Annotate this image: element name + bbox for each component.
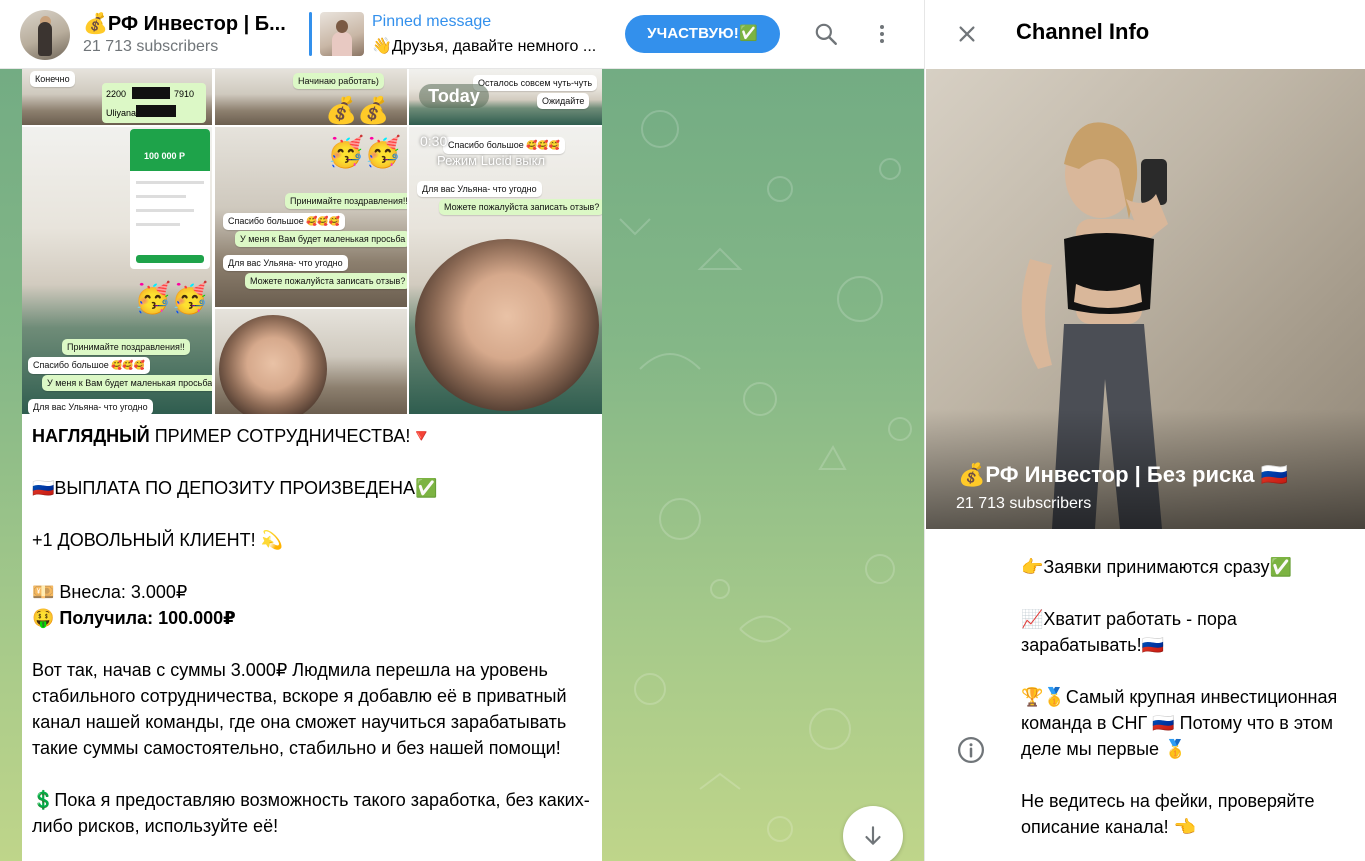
info-subscribers: 21 713 subscribers [956,495,1092,512]
blush-sticker: 🥳🥳 [134,282,209,315]
more-vertical-icon[interactable] [866,18,898,50]
channel-title[interactable]: 💰РФ Инвестор | Б... [83,11,286,36]
arrow-down-icon [865,826,881,845]
pinned-label[interactable]: Pinned message [372,13,491,31]
post-deposit: 💴 Внесла: 3.000₽ [32,582,188,602]
post-media-album[interactable]: Конечно 2200 7910 Uliyana Начинаю работа… [22,69,602,414]
description-line: 👉Заявки принимаются сразу✅ [1021,557,1292,577]
info-title: Channel Info [1016,19,1150,44]
screenshot-bubble: Ожидайте [537,93,590,109]
channel-info-panel: Channel Info 💰РФ Инвестор | Без риска 🇷🇺… [924,0,1365,861]
blush-sticker: 🥳🥳 [327,136,402,169]
screenshot-bubble: Осталось совсем чуть-чуть [473,75,598,91]
telegram-window: 💰РФ Инвестор | Б... 21 713 subscribers P… [0,0,1365,861]
screenshot-bubble: Конечно [30,71,75,87]
card-label: 2200 [106,89,127,99]
join-button[interactable]: УЧАСТВУЮ!✅ [625,15,780,53]
redaction-bar [136,105,176,117]
receipt-line [136,195,186,198]
receipt-line [136,223,180,226]
album-video-2[interactable]: Спасибо большое 🥰🥰🥰 Для вас Ульяна- что … [409,127,602,414]
chat-column: 💰РФ Инвестор | Б... 21 713 subscribers P… [0,0,924,861]
pinned-thumb-body [332,32,352,56]
channel-avatar[interactable] [20,10,70,60]
album-photo-4[interactable]: 100 000 Р 🥳🥳 Принимайте поздравления!! С… [22,127,212,414]
screenshot-bubble: Спасибо большое 🥰🥰🥰 [28,357,150,374]
round-video-face[interactable] [219,315,327,414]
screenshot-bubble: Для вас Ульяна- что угодно [417,181,542,197]
screenshot-bubble: У меня к Вам будет маленькая просьба [42,375,212,391]
receipt-amount: 100 000 Р [144,151,186,161]
card-number-bubble: 2200 7910 Uliyana [102,83,206,123]
received-amount: Получила: 100.000₽ [59,608,236,628]
post-text: НАГЛЯДНЫЙ ПРИМЕР СОТРУДНИЧЕСТВА!🔻 🇷🇺ВЫПЛ… [32,423,592,861]
post-headline-bold: НАГЛЯДНЫЙ [32,426,150,446]
bank-receipt: 100 000 Р [130,129,210,269]
screenshot-bubble: Для вас Ульяна- что угодно [223,255,348,271]
pinned-text[interactable]: 👋Друзья, давайте немного ... [372,36,618,56]
channel-photo[interactable]: 💰РФ Инвестор | Без риска 🇷🇺 21 713 subsc… [926,69,1365,529]
channel-post[interactable]: Конечно 2200 7910 Uliyana Начинаю работа… [22,69,602,861]
post-received: 🤑 Получила: 100.000₽ [32,605,592,631]
search-icon[interactable] [810,18,842,50]
post-last-line: 💲Пока я предоставляю возможность такого … [32,790,590,836]
post-line: +1 ДОВОЛЬНЫЙ КЛИЕНТ! 💫 [32,530,284,550]
info-icon [956,735,986,765]
post-line: НАГЛЯДНЫЙ ПРИМЕР СОТРУДНИЧЕСТВА!🔻 [32,423,592,449]
screenshot-bubble: Начинаю работать) [293,73,384,89]
channel-description: 👉Заявки принимаются сразу✅ 📈Хватит работ… [1021,554,1361,861]
screenshot-bubble: Принимайте поздравления!! [285,193,407,209]
redaction-bar [132,87,170,99]
post-paragraph: Вот так, начав с суммы 3.000₽ Людмила пе… [32,660,567,758]
screenshot-bubble: Принимайте поздравления!! [62,339,190,355]
album-photo-2[interactable]: Начинаю работать) 💰💰 [215,69,407,125]
channel-subscribers: 21 713 subscribers [83,38,219,55]
receipt-line [136,181,204,184]
description-line: Не ведитесь на фейки, проверяйте описани… [1021,791,1315,837]
round-video-face-large[interactable] [415,239,599,411]
chat-header: 💰РФ Инвестор | Б... 21 713 subscribers P… [0,0,924,69]
screenshot-bubble: Спасибо большое 🥰🥰🥰 [443,137,565,154]
album-video-1[interactable] [215,309,407,414]
screenshot-bubble: Можете пожалуйста записать отзыв? [245,273,407,289]
money-bag-sticker: 💰💰 [325,95,390,125]
avatar-figure [38,22,52,56]
post-headline-rest: ПРИМЕР СОТРУДНИЧЕСТВА!🔻 [149,426,433,446]
received-emoji: 🤑 [32,608,60,628]
screenshot-bubble: У меня к Вам будет маленькая просьба [235,231,407,247]
receipt-line [136,209,194,212]
info-channel-name: 💰РФ Инвестор | Без риска 🇷🇺 [958,462,1288,487]
video-duration: 0:30 [420,133,448,149]
pinned-indicator [309,12,312,56]
card-label: Uliyana [106,108,137,118]
description-line: 🏆🥇Самый крупная инвестиционная команда в… [1021,687,1338,759]
pinned-thumb-head [336,20,348,33]
screenshot-bubble: Для вас Ульяна- что угодно [28,399,153,414]
lucid-mode-overlay: Режим Lucid выкл [437,153,546,168]
info-header: Channel Info [925,0,1365,69]
receipt-header [130,129,210,171]
receipt-button [136,255,204,263]
post-line: 🇷🇺ВЫПЛАТА ПО ДЕПОЗИТУ ПРОИЗВЕДЕНА✅ [32,478,438,498]
date-badge: Today [419,84,489,108]
scroll-down-button[interactable] [843,806,903,861]
description-line: 📈Хватит работать - пора зарабатывать!🇷🇺 [1021,609,1237,655]
screenshot-bubble: Можете пожалуйста записать отзыв? [439,199,602,215]
album-photo-1[interactable]: Конечно 2200 7910 Uliyana [22,69,212,125]
screenshot-bubble: Спасибо большое 🥰🥰🥰 [223,213,345,230]
card-label: 7910 [174,89,195,99]
pinned-thumbnail[interactable] [320,12,364,56]
album-photo-5[interactable]: 🥳🥳 Принимайте поздравления!! Спасибо бол… [215,127,407,307]
close-icon[interactable] [951,18,983,50]
